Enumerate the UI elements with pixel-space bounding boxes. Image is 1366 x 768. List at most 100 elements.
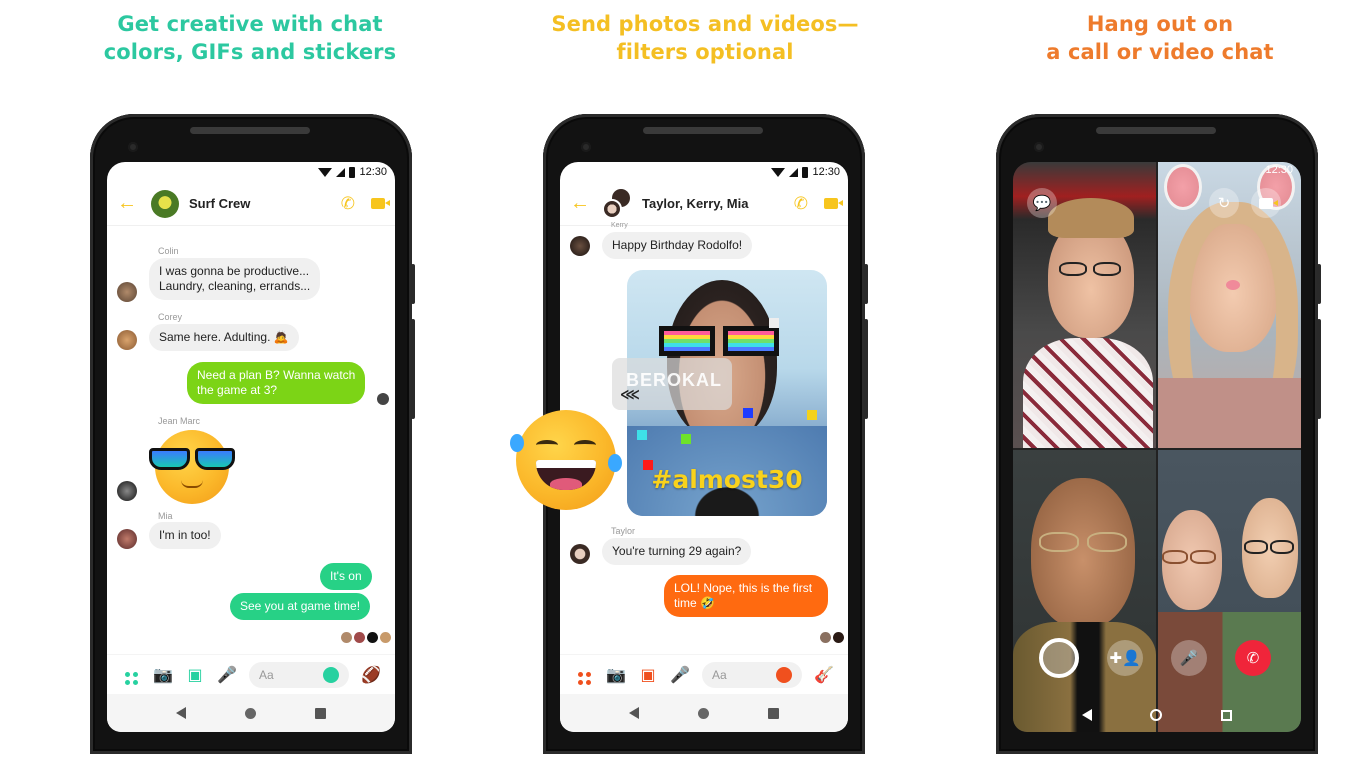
message-bubble[interactable]: I'm in too! bbox=[149, 522, 221, 549]
sender-name: Mia bbox=[158, 511, 173, 521]
football-icon[interactable]: 🏈 bbox=[355, 665, 387, 685]
avatar[interactable] bbox=[117, 529, 137, 549]
camera-icon[interactable]: 📷 bbox=[600, 665, 632, 685]
message-bubble[interactable]: You're turning 29 again? bbox=[602, 538, 752, 565]
read-receipts bbox=[818, 630, 844, 648]
power-button bbox=[864, 264, 868, 304]
read-receipts bbox=[339, 630, 391, 648]
nav-recents-icon[interactable] bbox=[314, 707, 326, 719]
video-toggle-button[interactable] bbox=[1251, 188, 1281, 218]
guitar-icon[interactable]: 🎸 bbox=[808, 665, 840, 685]
message-bubble[interactable]: Happy Birthday Rodolfo! bbox=[602, 232, 753, 259]
mute-microphone-button[interactable]: 🎤 bbox=[1171, 640, 1207, 676]
video-call-icon[interactable] bbox=[371, 194, 390, 214]
message-bubble[interactable]: Same here. Adulting. 🙇 bbox=[149, 324, 299, 351]
phone-chat-colors: 12:30 ← Surf Crew ✆ Colin I was gonna be… bbox=[90, 114, 415, 754]
nav-back-icon[interactable] bbox=[176, 707, 187, 719]
read-receipt-avatar bbox=[354, 632, 365, 643]
phone-call-icon[interactable]: ✆ bbox=[794, 194, 808, 214]
sunglasses-sticker-icon[interactable] bbox=[149, 430, 235, 504]
more-icon[interactable] bbox=[115, 664, 147, 685]
video-call-icon[interactable] bbox=[824, 194, 843, 214]
chat-title[interactable]: Taylor, Kerry, Mia bbox=[642, 196, 778, 211]
chat-bubble-icon: 💬 bbox=[1032, 195, 1052, 212]
avatar[interactable] bbox=[117, 330, 137, 350]
participant-glasses bbox=[1059, 262, 1087, 276]
back-arrow-icon[interactable]: ← bbox=[570, 192, 596, 215]
end-call-button[interactable]: ✆ bbox=[1235, 640, 1271, 676]
camera-icon[interactable]: 📷 bbox=[147, 665, 179, 685]
chat-button[interactable]: 💬 bbox=[1027, 188, 1057, 218]
pixel-sunglasses-filter bbox=[659, 326, 779, 356]
avatar[interactable] bbox=[570, 236, 590, 256]
volume-button bbox=[864, 319, 868, 419]
nav-back-icon[interactable] bbox=[1082, 709, 1093, 721]
message-input[interactable]: Aa bbox=[249, 661, 349, 688]
filter-pixel bbox=[807, 410, 817, 420]
microphone-icon[interactable]: 🎤 bbox=[211, 665, 243, 685]
message-bubble[interactable]: Need a plan B? Wanna watch the game at 3… bbox=[187, 362, 366, 404]
nav-home-icon[interactable] bbox=[1150, 709, 1163, 721]
read-receipt-avatar bbox=[377, 393, 389, 405]
gallery-icon[interactable]: ▣ bbox=[632, 665, 664, 685]
message-bubble[interactable]: See you at game time! bbox=[230, 593, 371, 620]
avatar[interactable] bbox=[117, 282, 137, 302]
nav-home-icon[interactable] bbox=[697, 707, 709, 719]
message-bubble[interactable]: I was gonna be productive... Laundry, cl… bbox=[149, 258, 321, 300]
add-person-button[interactable]: ✚👤 bbox=[1107, 640, 1143, 676]
read-receipt-avatar bbox=[820, 632, 831, 643]
more-icon[interactable] bbox=[568, 664, 600, 685]
video-tile-participant-3[interactable] bbox=[1013, 450, 1156, 732]
microphone-icon[interactable]: 🎤 bbox=[664, 665, 696, 685]
status-time: 12:30 bbox=[359, 166, 387, 178]
emoji-icon[interactable] bbox=[776, 666, 792, 683]
android-nav-bar bbox=[107, 694, 395, 732]
capture-button[interactable] bbox=[1039, 638, 1079, 678]
bunny-nose-filter bbox=[1226, 280, 1240, 290]
message-text: Laundry, cleaning, errands... bbox=[159, 279, 311, 293]
participant-glasses bbox=[1039, 532, 1079, 552]
gallery-icon[interactable]: ▣ bbox=[179, 665, 211, 685]
filter-pixel bbox=[681, 434, 691, 444]
sender-name: Jean Marc bbox=[158, 416, 201, 426]
message-bubble[interactable]: LOL! Nope, this is the first time 🤣 bbox=[664, 575, 828, 617]
message-text: time 🤣 bbox=[674, 596, 715, 610]
message-input[interactable]: Aa bbox=[702, 661, 802, 688]
avatar bbox=[602, 198, 622, 219]
group-avatar[interactable] bbox=[151, 189, 179, 218]
power-button bbox=[1317, 264, 1321, 304]
headline-line: Get creative with chat bbox=[117, 12, 383, 36]
nav-recents-icon[interactable] bbox=[767, 707, 779, 719]
emoji-icon[interactable] bbox=[323, 666, 339, 683]
avatar[interactable] bbox=[117, 481, 137, 501]
back-arrow-icon[interactable]: ← bbox=[117, 192, 143, 215]
share-icon[interactable]: ⋘ bbox=[620, 386, 641, 403]
phone-call-icon[interactable]: ✆ bbox=[341, 194, 355, 214]
participant-glasses bbox=[1093, 262, 1121, 276]
message-bubble[interactable]: It's on bbox=[320, 563, 372, 590]
phone-screen: 12:30 💬 ↻ ✚👤 🎤 ✆ bbox=[1013, 162, 1301, 732]
phone-speaker bbox=[1096, 127, 1216, 134]
video-tile-participant-4[interactable] bbox=[1158, 450, 1301, 732]
laughing-tears-emoji-icon bbox=[510, 410, 622, 510]
signal-icon bbox=[336, 167, 346, 177]
chat-title[interactable]: Surf Crew bbox=[189, 196, 325, 211]
message-text: the game at 3? bbox=[197, 383, 278, 397]
nav-recents-icon[interactable] bbox=[1220, 709, 1232, 721]
participant-shoulders bbox=[1158, 378, 1301, 448]
flip-camera-button[interactable]: ↻ bbox=[1209, 188, 1239, 218]
headline-photos-videos: Send photos and videos— filters optional bbox=[535, 10, 875, 66]
phone-screen: 12:30 ← Surf Crew ✆ Colin I was gonna be… bbox=[107, 162, 395, 732]
participant-shirt bbox=[1023, 338, 1153, 448]
participant-glasses bbox=[1270, 540, 1294, 554]
filter-pixel bbox=[769, 318, 779, 328]
sender-name: Corey bbox=[158, 312, 183, 322]
status-bar: 12:30 bbox=[107, 162, 395, 182]
nav-home-icon[interactable] bbox=[244, 707, 256, 719]
android-nav-bar bbox=[1013, 698, 1301, 732]
status-time: 12:30 bbox=[812, 166, 840, 178]
group-avatar[interactable] bbox=[602, 188, 632, 219]
avatar[interactable] bbox=[570, 544, 590, 564]
nav-back-icon[interactable] bbox=[629, 707, 640, 719]
android-nav-bar bbox=[560, 694, 848, 732]
